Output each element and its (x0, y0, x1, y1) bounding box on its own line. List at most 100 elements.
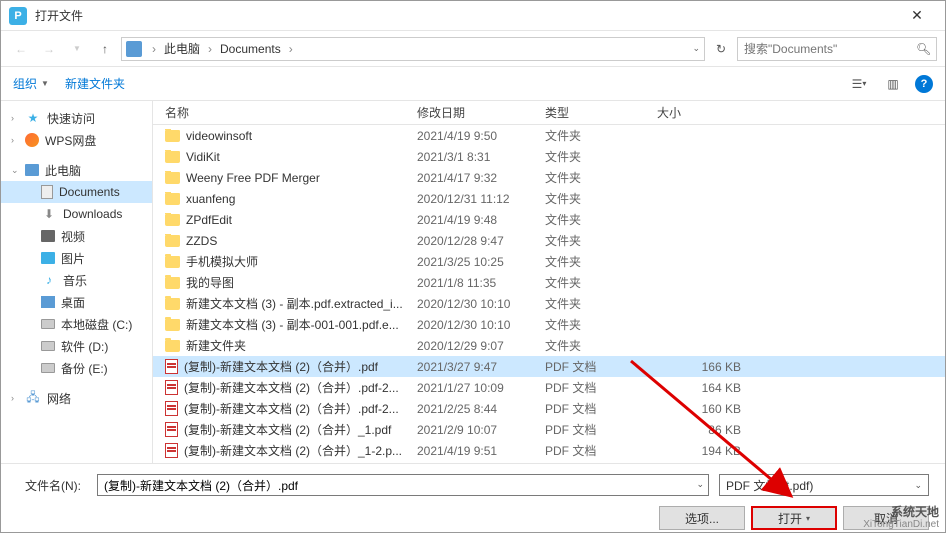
sidebar-item-doc[interactable]: Documents (1, 181, 152, 203)
file-pane: 名称 修改日期 类型 大小 videowinsoft2021/4/19 9:50… (153, 101, 945, 463)
breadcrumb-item[interactable]: 此电脑 (162, 40, 202, 57)
sidebar-item-dl[interactable]: ⬇Downloads (1, 203, 152, 225)
column-name[interactable]: 名称 (153, 101, 409, 124)
pdf-icon (165, 443, 178, 458)
chevron-down-icon: ⌄ (914, 480, 922, 491)
drive-icon (41, 319, 55, 329)
chevron-icon[interactable]: › (11, 135, 14, 145)
file-row[interactable]: 新建文件夹2020/12/29 9:07文件夹 (153, 335, 945, 356)
file-row[interactable]: (复制)-新建文本文档 (2)（合并）.pdf-2...2021/1/27 10… (153, 377, 945, 398)
chevron-icon[interactable]: ⌄ (11, 165, 19, 176)
organize-button[interactable]: 组织 ▼ (13, 75, 49, 92)
file-list[interactable]: videowinsoft2021/4/19 9:50文件夹VidiKit2021… (153, 125, 945, 463)
titlebar: P 打开文件 ✕ (1, 1, 945, 31)
file-date: 2021/2/25 8:44 (409, 402, 537, 416)
file-size: 86 KB (649, 423, 749, 437)
file-type: 文件夹 (537, 211, 649, 228)
file-name: 新建文件夹 (186, 337, 246, 354)
file-row[interactable]: (复制)-新建文本文档 (2)（合并）_1-2.p...2021/4/19 9:… (153, 440, 945, 461)
file-row[interactable]: (复制)-新建文本文档 (2)（合并）_1.pdf2021/2/9 10:07P… (153, 419, 945, 440)
watermark: 系统天地 XiTongTianDi.net (863, 506, 939, 530)
folder-icon (165, 214, 180, 226)
sidebar-item-label: 音乐 (63, 272, 87, 289)
file-name: (复制)-新建文本文档 (2)（合并）_1.pdf (184, 421, 391, 438)
filename-label: 文件名(N): (17, 477, 87, 494)
open-button[interactable]: 打开 ▾ (751, 506, 837, 530)
sidebar-item-drive[interactable]: 备份 (E:) (1, 357, 152, 379)
app-icon: P (9, 7, 27, 25)
sidebar-item-pc[interactable]: ⌄此电脑 (1, 159, 152, 181)
folder-icon (165, 277, 180, 289)
folder-icon (165, 151, 180, 163)
file-type: PDF 文档 (537, 358, 649, 375)
file-row[interactable]: 新建文本文档 (3) - 副本.pdf.extracted_i...2020/1… (153, 293, 945, 314)
search-field[interactable] (744, 42, 910, 56)
column-type[interactable]: 类型 (537, 101, 649, 124)
file-row[interactable]: 我的导图2021/1/8 11:35文件夹 (153, 272, 945, 293)
file-row[interactable]: ZZDS2020/12/28 9:47文件夹 (153, 230, 945, 251)
view-options-button[interactable]: ☰ ▾ (847, 74, 871, 94)
main-area: ›★快速访问›WPS网盘⌄此电脑Documents⬇Downloads视频图片♪… (1, 101, 945, 463)
sidebar-item-star[interactable]: ›★快速访问 (1, 107, 152, 129)
column-size[interactable]: 大小 (649, 101, 749, 124)
file-row[interactable]: 新建文本文档 (3) - 副本-001-001.pdf.e...2020/12/… (153, 314, 945, 335)
file-row[interactable]: (复制)-新建文本文档 (2)（合并）.pdf-2...2021/2/25 8:… (153, 398, 945, 419)
file-name: Weeny Free PDF Merger (186, 171, 320, 185)
file-type: 文件夹 (537, 316, 649, 333)
window-title: 打开文件 (35, 7, 897, 24)
nav-recent-dropdown[interactable]: ▼ (65, 37, 89, 61)
file-type: 文件夹 (537, 148, 649, 165)
sidebar-item-net[interactable]: ›🖧网络 (1, 387, 152, 409)
filename-field[interactable] (104, 475, 702, 495)
file-row[interactable]: VidiKit2021/3/1 8:31文件夹 (153, 146, 945, 167)
file-row[interactable]: Weeny Free PDF Merger2021/4/17 9:32文件夹 (153, 167, 945, 188)
file-type: 文件夹 (537, 127, 649, 144)
new-folder-button[interactable]: 新建文件夹 (65, 75, 125, 92)
column-date[interactable]: 修改日期 (409, 101, 537, 124)
file-name: (复制)-新建文本文档 (2)（合并）.pdf (184, 358, 378, 375)
file-row[interactable]: videowinsoft2021/4/19 9:50文件夹 (153, 125, 945, 146)
chevron-icon[interactable]: › (11, 393, 14, 403)
help-button[interactable]: ? (915, 75, 933, 93)
file-row[interactable]: xuanfeng2020/12/31 11:12文件夹 (153, 188, 945, 209)
sidebar-item-mus[interactable]: ♪音乐 (1, 269, 152, 291)
sidebar-item-drive[interactable]: 软件 (D:) (1, 335, 152, 357)
sidebar-item-vid[interactable]: 视频 (1, 225, 152, 247)
sidebar-item-wps[interactable]: ›WPS网盘 (1, 129, 152, 151)
search-input[interactable]: 🔍︎ (737, 37, 937, 61)
file-row[interactable]: 手机模拟大师2021/3/25 10:25文件夹 (153, 251, 945, 272)
nav-back-button[interactable]: ← (9, 37, 33, 61)
chevron-down-icon[interactable]: ⌄ (692, 43, 700, 54)
file-name: xuanfeng (186, 192, 235, 206)
refresh-button[interactable]: ↻ (709, 37, 733, 61)
folder-icon (165, 340, 180, 352)
sidebar-item-img[interactable]: 图片 (1, 247, 152, 269)
file-row[interactable]: ZPdfEdit2021/4/19 9:48文件夹 (153, 209, 945, 230)
folder-icon (165, 130, 180, 142)
chevron-icon[interactable]: › (11, 113, 14, 123)
file-name: 手机模拟大师 (186, 253, 258, 270)
file-row[interactable]: (复制)-新建文本文档 (2)（合并）.pdf2021/3/27 9:47PDF… (153, 356, 945, 377)
file-size: 160 KB (649, 402, 749, 416)
file-name: videowinsoft (186, 129, 252, 143)
options-button[interactable]: 选项... (659, 506, 745, 530)
vid-icon (41, 230, 55, 242)
filetype-select[interactable]: PDF 文档 (*.pdf) ⌄ (719, 474, 929, 496)
file-type: PDF 文档 (537, 421, 649, 438)
close-button[interactable]: ✕ (897, 2, 937, 30)
filename-input[interactable]: ⌄ (97, 474, 709, 496)
column-headers: 名称 修改日期 类型 大小 (153, 101, 945, 125)
breadcrumb[interactable]: › 此电脑 › Documents › ⌄ (121, 37, 705, 61)
breadcrumb-item[interactable]: Documents (218, 42, 283, 56)
search-icon[interactable]: 🔍︎ (916, 42, 930, 56)
file-date: 2020/12/31 11:12 (409, 192, 537, 206)
nav-up-button[interactable]: ↑ (93, 37, 117, 61)
star-icon: ★ (25, 110, 41, 126)
nav-forward-button[interactable]: → (37, 37, 61, 61)
file-name: VidiKit (186, 150, 220, 164)
chevron-right-icon: › (146, 42, 162, 56)
preview-pane-button[interactable]: ▥ (881, 74, 905, 94)
sidebar-item-desk[interactable]: 桌面 (1, 291, 152, 313)
chevron-down-icon[interactable]: ⌄ (696, 479, 704, 490)
sidebar-item-drive[interactable]: 本地磁盘 (C:) (1, 313, 152, 335)
